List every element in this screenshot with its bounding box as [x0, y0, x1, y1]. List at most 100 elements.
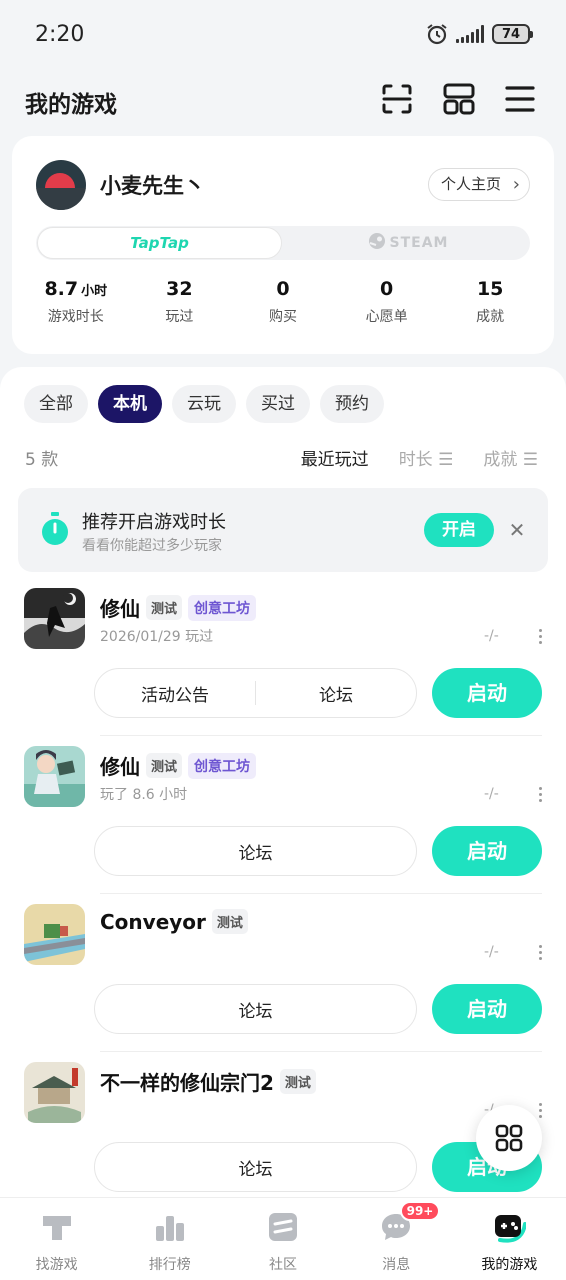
chevron-right-icon: › [512, 174, 520, 195]
stat-label: 游戏时长 [47, 309, 104, 325]
profile-home-button[interactable]: 个人主页 › [427, 168, 530, 201]
filter-reserved[interactable]: 预约 [320, 385, 384, 423]
username[interactable]: 小麦先生丶 [100, 170, 205, 200]
page-header: 我的游戏 [0, 70, 566, 130]
game-title[interactable]: 不一样的修仙宗门2 [100, 1067, 274, 1096]
game-item: 修仙 测试 创意工坊 2026/01/29 玩过 -/- 活动公告 论坛 启动 [0, 588, 566, 746]
game-links: 论坛 [94, 984, 417, 1034]
more-options-icon[interactable] [534, 625, 546, 647]
filter-local[interactable]: 本机 [98, 385, 162, 423]
playtime-promo-banner: 推荐开启游戏时长 看看你能超过多少玩家 开启 ✕ [18, 488, 548, 572]
test-tag: 测试 [211, 909, 248, 934]
tab-my-games[interactable]: 我的游戏 [453, 1198, 566, 1280]
more-options-icon[interactable] [534, 941, 546, 963]
floating-grid-button[interactable] [476, 1105, 542, 1171]
promo-title: 推荐开启游戏时长 [82, 512, 226, 533]
steam-icon [368, 233, 385, 249]
tab-community[interactable]: 社区 [226, 1198, 339, 1280]
sort-achievement-label: 成就 [483, 450, 518, 470]
forum-link[interactable]: 论坛 [95, 1155, 416, 1180]
tab-label: 消息 [382, 1257, 411, 1273]
test-tag: 测试 [146, 595, 183, 620]
stat-label: 成就 [476, 309, 505, 325]
sort-achievement[interactable]: 成就 ☰ [483, 445, 538, 470]
filter-cloud[interactable]: 云玩 [172, 385, 236, 423]
test-tag: 测试 [146, 753, 183, 778]
forum-link[interactable]: 论坛 [95, 839, 416, 864]
tab-label: 排行榜 [148, 1257, 191, 1273]
layout-icon[interactable] [442, 82, 476, 116]
stat-value: 15 [476, 278, 504, 300]
platform-steam-tab[interactable]: STEAM [286, 226, 530, 260]
profile-home-label: 个人主页 [440, 175, 501, 193]
tab-label: 我的游戏 [481, 1257, 538, 1273]
game-title[interactable]: Conveyor [100, 910, 206, 934]
game-links: 活动公告 论坛 [94, 668, 417, 718]
stat-achievements[interactable]: 15 成就 [438, 278, 542, 326]
divider [100, 1051, 542, 1052]
stat-unit: 小时 [81, 284, 108, 299]
bottom-tab-bar: 找游戏 排行榜 社区 99+ 消息 我的游戏 [0, 1197, 566, 1280]
workshop-tag: 创意工坊 [188, 594, 257, 621]
close-icon[interactable]: ✕ [504, 510, 530, 550]
stat-purchased[interactable]: 0 购买 [231, 278, 335, 326]
stats-row: 8.7 小时 游戏时长 32 玩过 0 购买 0 心愿单 15 成就 [24, 278, 542, 326]
stat-label: 购买 [268, 309, 297, 325]
test-tag: 测试 [279, 1069, 316, 1094]
taptap-logo-icon [42, 1216, 71, 1240]
stat-wishlist[interactable]: 0 心愿单 [335, 278, 439, 326]
game-links: 论坛 [94, 1142, 417, 1192]
more-options-icon[interactable] [534, 1099, 546, 1121]
game-icon-sect[interactable] [24, 1062, 85, 1123]
launch-button[interactable]: 启动 [432, 826, 542, 876]
menu-icon[interactable] [503, 82, 537, 116]
stat-playtime[interactable]: 8.7 小时 游戏时长 [24, 278, 128, 326]
game-icon-xiuxian-anime[interactable] [24, 746, 85, 807]
forum-link[interactable]: 论坛 [256, 681, 416, 706]
sort-recent[interactable]: 最近玩过 [301, 445, 369, 470]
game-count: 5 款 [25, 450, 59, 470]
more-options-icon[interactable] [534, 783, 546, 805]
game-icon-conveyor[interactable] [24, 904, 85, 965]
forum-link[interactable]: 论坛 [95, 997, 416, 1022]
game-item: Conveyor 测试 -/- 论坛 启动 [0, 904, 566, 1062]
tab-label: 社区 [269, 1257, 297, 1273]
community-icon [269, 1213, 297, 1241]
workshop-tag: 创意工坊 [188, 752, 257, 779]
game-subtitle: 玩了 8.6 小时 [100, 787, 188, 803]
filter-bought[interactable]: 买过 [246, 385, 310, 423]
platform-taptap-tab[interactable]: TapTap [37, 227, 282, 259]
sort-options: 最近玩过 时长 ☰ 成就 ☰ [301, 445, 538, 470]
page-title: 我的游戏 [25, 92, 117, 118]
sort-duration-label: 时长 [398, 450, 433, 470]
promo-enable-button[interactable]: 开启 [424, 513, 494, 547]
stopwatch-icon [42, 512, 68, 545]
profile-card: 小麦先生丶 个人主页 › TapTap STEAM 8.7 小时 游戏时长 32 … [12, 136, 554, 354]
ranking-icon [155, 1216, 184, 1241]
divider [100, 893, 542, 894]
stat-played[interactable]: 32 玩过 [128, 278, 232, 326]
announcement-link[interactable]: 活动公告 [95, 681, 255, 706]
scan-icon[interactable] [380, 82, 414, 116]
game-subtitle: 2026/01/29 玩过 [100, 629, 214, 645]
stat-value: 0 [379, 278, 394, 300]
filter-chips: 全部 本机 云玩 买过 预约 [24, 385, 384, 423]
tab-messages[interactable]: 99+ 消息 [340, 1198, 453, 1280]
signal-icon [456, 25, 484, 43]
grid-icon [495, 1124, 523, 1152]
launch-button[interactable]: 启动 [432, 984, 542, 1034]
game-title[interactable]: 修仙 [100, 593, 140, 622]
tab-find-games[interactable]: 找游戏 [0, 1198, 113, 1280]
launch-button[interactable]: 启动 [432, 668, 542, 718]
game-progress: -/- [484, 628, 499, 644]
tab-ranking[interactable]: 排行榜 [113, 1198, 226, 1280]
filter-all[interactable]: 全部 [24, 385, 88, 423]
avatar[interactable] [36, 160, 86, 210]
game-links: 论坛 [94, 826, 417, 876]
sort-duration[interactable]: 时长 ☰ [399, 445, 454, 470]
game-title[interactable]: 修仙 [100, 751, 140, 780]
alarm-icon [427, 24, 447, 45]
game-icon-xiuxian-ink[interactable] [24, 588, 85, 649]
stat-label: 玩过 [165, 309, 194, 325]
stat-value: 32 [166, 278, 193, 300]
